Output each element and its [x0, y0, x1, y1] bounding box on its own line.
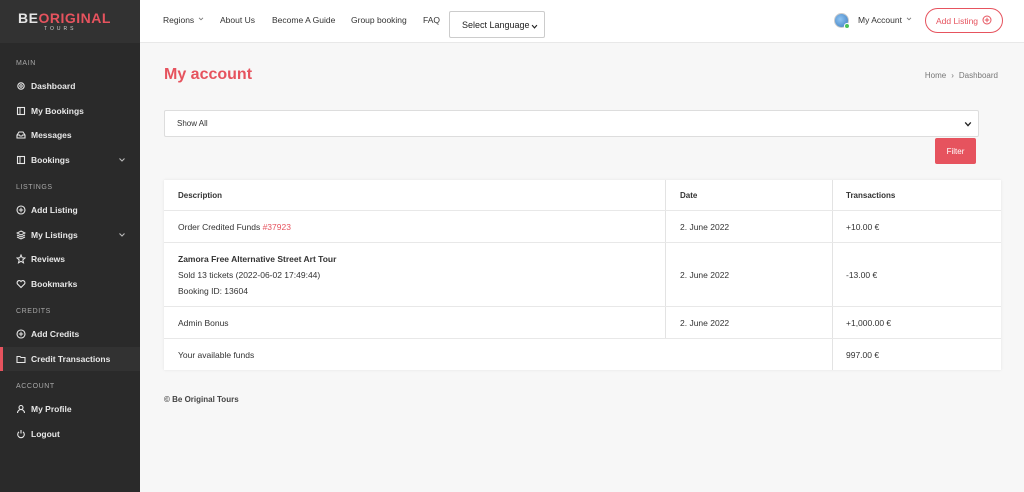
sidebar-item-label: Bookmarks	[31, 279, 78, 289]
amount-cell: +10.00 €	[846, 221, 880, 232]
language-select[interactable]: Select Language	[449, 11, 545, 38]
breadcrumb-home[interactable]: Home	[925, 71, 946, 80]
filter-button[interactable]: Filter	[935, 138, 976, 164]
heart-icon	[16, 279, 26, 289]
table-row: Order Credited Funds #37923 2. June 2022…	[164, 211, 1001, 243]
breadcrumb-separator-icon: ›	[951, 71, 954, 80]
table-header-row: Description Date Transactions	[164, 180, 1001, 211]
sidebar-item-logout[interactable]: Logout	[0, 422, 140, 446]
sidebar-item-add-listing[interactable]: Add Listing	[0, 198, 140, 222]
sidebar-item-label: Credit Transactions	[31, 354, 111, 364]
sidebar-item-dashboard[interactable]: Dashboard	[0, 74, 140, 98]
plus-circle-icon	[16, 205, 26, 215]
nav-faq[interactable]: FAQ	[423, 15, 440, 25]
available-funds-label: Your available funds	[178, 349, 255, 360]
tickets-sold: Sold 13 tickets (2022-06-02 17:49:44)	[178, 269, 321, 280]
sidebar-item-reviews[interactable]: Reviews	[0, 247, 140, 271]
logo-sub: TOURS	[44, 26, 77, 32]
chevron-down-icon	[905, 15, 913, 25]
section-title-main: MAIN	[16, 60, 36, 67]
logo-part1: BE	[18, 10, 39, 26]
sidebar-item-my-bookings[interactable]: My Bookings	[0, 99, 140, 123]
column-header-description: Description	[178, 190, 223, 200]
nav-group-booking[interactable]: Group booking	[351, 15, 407, 25]
sidebar-item-label: Reviews	[31, 254, 66, 264]
chevron-down-icon	[117, 155, 127, 165]
chevron-down-icon	[531, 22, 538, 29]
transaction-filter-select[interactable]: Show All	[164, 110, 979, 137]
plus-circle-icon	[982, 15, 992, 27]
table-row: Admin Bonus 2. June 2022 +1,000.00 €	[164, 307, 1001, 339]
sidebar-item-bookings[interactable]: Bookings	[0, 148, 140, 172]
sidebar-item-label: Dashboard	[31, 81, 76, 91]
power-icon	[16, 429, 26, 439]
sidebar-item-label: My Profile	[31, 404, 72, 414]
date-cell: 2. June 2022	[680, 317, 730, 328]
add-listing-button[interactable]: Add Listing	[925, 8, 1003, 33]
footer-copyright: © Be Original Tours	[164, 395, 239, 404]
online-status-dot	[844, 23, 850, 29]
nav-about-us[interactable]: About Us	[220, 15, 255, 25]
chevron-down-icon	[117, 230, 127, 240]
nav-become-a-guide[interactable]: Become A Guide	[272, 15, 335, 25]
user-icon	[16, 404, 26, 414]
date-cell: 2. June 2022	[680, 221, 730, 232]
sidebar-item-label: Messages	[31, 130, 72, 140]
description-cell: Admin Bonus	[178, 317, 229, 328]
sidebar-item-my-listings[interactable]: My Listings	[0, 223, 140, 247]
sidebar-item-label: Add Credits	[31, 329, 80, 339]
breadcrumb: Home › Dashboard	[925, 71, 998, 80]
sidebar-item-label: My Listings	[31, 230, 78, 240]
folder-icon	[16, 354, 26, 364]
order-link[interactable]: #37923	[263, 222, 291, 232]
layers-icon	[16, 230, 26, 240]
table-total-row: Your available funds 997.00 €	[164, 339, 1001, 370]
section-title-credits: CREDITS	[16, 308, 51, 315]
sidebar-item-my-profile[interactable]: My Profile	[0, 397, 140, 421]
tour-title: Zamora Free Alternative Street Art Tour	[178, 253, 337, 264]
section-title-account: ACCOUNT	[16, 383, 55, 390]
amount-cell: +1,000.00 €	[846, 317, 892, 328]
book-icon	[16, 106, 26, 116]
sidebar-item-add-credits[interactable]: Add Credits	[0, 322, 140, 346]
plus-circle-icon	[16, 329, 26, 339]
sidebar-item-messages[interactable]: Messages	[0, 123, 140, 147]
star-icon	[16, 254, 26, 264]
sidebar-item-label: My Bookings	[31, 106, 84, 116]
chevron-down-icon	[197, 15, 205, 25]
table-row: Zamora Free Alternative Street Art Tour …	[164, 243, 1001, 307]
my-account-menu[interactable]: My Account	[858, 15, 913, 25]
book-icon	[16, 155, 26, 165]
gear-icon	[16, 81, 26, 91]
top-header: Regions About Us Become A Guide Group bo…	[140, 0, 1024, 43]
transactions-table: Description Date Transactions Order Cred…	[164, 180, 1001, 370]
date-cell: 2. June 2022	[680, 269, 730, 280]
inbox-icon	[16, 130, 26, 140]
sidebar-item-credit-transactions[interactable]: Credit Transactions	[0, 347, 140, 371]
avatar[interactable]	[834, 13, 850, 29]
sidebar-item-bookmarks[interactable]: Bookmarks	[0, 272, 140, 296]
column-header-transactions: Transactions	[846, 190, 896, 200]
amount-cell: -13.00 €	[846, 269, 878, 280]
description-cell: Order Credited Funds #37923	[178, 221, 291, 232]
sidebar-item-label: Add Listing	[31, 205, 78, 215]
logo-part2: ORIGINAL	[38, 10, 111, 26]
nav-regions[interactable]: Regions	[163, 15, 205, 25]
sidebar: BEORIGINAL TOURS MAIN Dashboard My Booki…	[0, 0, 140, 492]
booking-id: Booking ID: 13604	[178, 285, 248, 296]
sidebar-item-label: Logout	[31, 429, 60, 439]
section-title-listings: LISTINGS	[16, 184, 53, 191]
column-header-date: Date	[680, 190, 698, 200]
available-funds-amount: 997.00 €	[846, 349, 880, 360]
logo[interactable]: BEORIGINAL TOURS	[0, 0, 140, 43]
sidebar-item-label: Bookings	[31, 155, 70, 165]
chevron-down-icon	[964, 120, 972, 128]
description-cell: Zamora Free Alternative Street Art Tour …	[178, 243, 666, 306]
page-title: My account	[164, 66, 253, 83]
breadcrumb-dashboard: Dashboard	[958, 71, 998, 80]
